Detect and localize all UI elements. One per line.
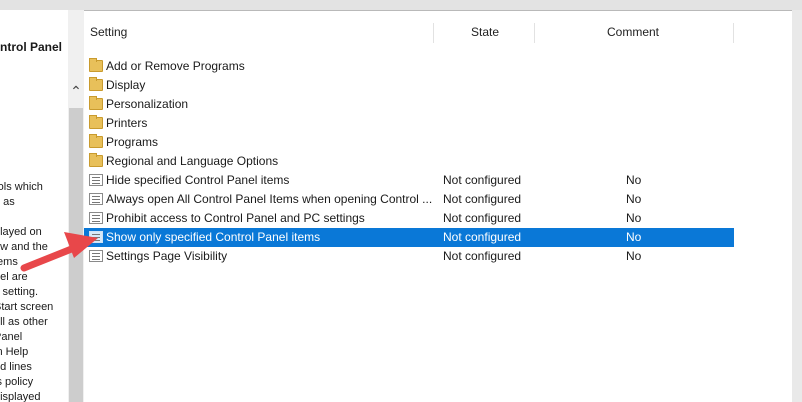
description-line [0, 210, 64, 225]
description-line: s setting. [0, 286, 39, 298]
description-pane: ntrol Panel rols which h as played on ow… [0, 10, 68, 402]
policy-setting-icon [89, 174, 103, 186]
policy-setting-icon [89, 250, 103, 262]
folder-icon [89, 96, 103, 110]
description-line: tems [0, 256, 18, 268]
description-line: nel are [0, 271, 28, 283]
list-item-folder[interactable]: Programs [84, 133, 734, 152]
column-header-setting[interactable]: Setting [90, 20, 127, 44]
list-item-setting[interactable]: Settings Page Visibility Not configured … [84, 247, 734, 266]
item-name: Regional and Language Options [106, 154, 279, 168]
list-item-setting[interactable]: Always open All Control Panel Items when… [84, 190, 734, 209]
list-item-folder[interactable]: Printers [84, 114, 734, 133]
list-item-setting[interactable]: Hide specified Control Panel items Not c… [84, 171, 734, 190]
chevron-up-icon[interactable]: ⌃ [68, 82, 84, 100]
folder-icon [89, 58, 103, 72]
settings-list-pane: Setting State Comment Add or Remove Prog… [84, 20, 792, 402]
item-comment: No [626, 173, 642, 187]
description-line: nd lines [0, 361, 32, 373]
description-line: Panel [0, 331, 23, 343]
item-name: Always open All Control Panel Items when… [106, 192, 433, 206]
column-header-state[interactable]: State [471, 20, 499, 44]
description-line: ell as other [0, 316, 48, 328]
policy-description: rols which h as played on ow and the tem… [0, 180, 64, 402]
folder-icon [89, 153, 103, 167]
vertical-scrollbar[interactable]: ⌃ [68, 10, 84, 402]
policy-setting-icon [89, 193, 103, 205]
list-item-folder[interactable]: Regional and Language Options [84, 152, 734, 171]
item-name: Add or Remove Programs [106, 59, 245, 73]
policy-setting-icon [89, 231, 103, 243]
folder-icon [89, 115, 103, 129]
item-name: Programs [106, 135, 159, 149]
list-item-setting[interactable]: Prohibit access to Control Panel and PC … [84, 209, 734, 228]
description-line: Start screen [0, 301, 54, 313]
description-line: displayed [0, 391, 41, 402]
item-name: Hide specified Control Panel items [106, 173, 290, 187]
item-name: Personalization [106, 97, 189, 111]
policy-setting-icon [89, 212, 103, 224]
list-item-folder[interactable]: Display [84, 76, 734, 95]
item-name: Show only specified Control Panel items [106, 230, 321, 244]
item-name: Prohibit access to Control Panel and PC … [106, 211, 365, 225]
folder-icon [89, 77, 103, 91]
description-line: played on [0, 226, 42, 238]
item-state: Not configured [443, 211, 522, 225]
item-comment: No [626, 192, 642, 206]
item-name: Settings Page Visibility [106, 249, 228, 263]
description-line: h as [0, 196, 15, 208]
description-line: ow and the [0, 241, 48, 253]
description-line: in Help [0, 346, 29, 358]
column-header-comment[interactable]: Comment [607, 20, 659, 44]
item-comment: No [626, 249, 642, 263]
list-item-setting-selected[interactable]: Show only specified Control Panel items … [84, 228, 734, 247]
pane-title: ntrol Panel [0, 40, 63, 54]
item-state: Not configured [443, 173, 522, 187]
list-item-folder[interactable]: Add or Remove Programs [84, 57, 734, 76]
column-divider[interactable] [534, 23, 535, 43]
item-state: Not configured [443, 230, 522, 244]
item-state: Not configured [443, 249, 522, 263]
item-name: Display [106, 78, 146, 92]
scrollbar-thumb[interactable] [69, 108, 83, 402]
item-state: Not configured [443, 192, 522, 206]
column-divider[interactable] [433, 23, 434, 43]
right-window-edge [792, 10, 802, 402]
item-name: Printers [106, 116, 148, 130]
item-comment: No [626, 230, 642, 244]
list-item-folder[interactable]: Personalization [84, 95, 734, 114]
window-top-border [0, 0, 802, 11]
item-comment: No [626, 211, 642, 225]
column-divider[interactable] [733, 23, 734, 43]
column-header-bar: Setting State Comment [84, 20, 744, 44]
description-line: rols which [0, 181, 43, 193]
description-line: is policy [0, 376, 34, 388]
folder-icon [89, 134, 103, 148]
